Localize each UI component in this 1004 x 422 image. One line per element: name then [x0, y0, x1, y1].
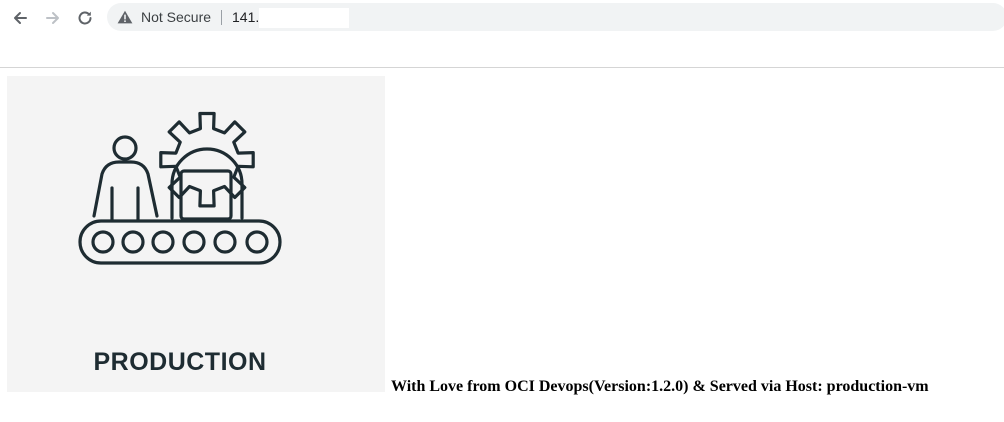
reload-icon — [78, 11, 92, 25]
address-bar[interactable]: Not Secure 141. — [107, 3, 1004, 31]
forward-button[interactable] — [41, 6, 65, 30]
warning-triangle-icon[interactable] — [117, 10, 133, 24]
browser-toolbar: Not Secure 141. — [0, 0, 1004, 36]
security-status-label[interactable]: Not Secure — [141, 9, 211, 25]
browser-chrome-divider — [0, 67, 1004, 68]
deployment-message: With Love from OCI Devops(Version:1.2.0)… — [391, 378, 929, 395]
forward-arrow-icon — [46, 12, 59, 24]
production-image: PRODUCTION — [7, 76, 385, 392]
back-arrow-icon — [14, 12, 27, 24]
production-label: PRODUCTION — [93, 348, 267, 376]
url-text[interactable]: 141. — [232, 9, 259, 25]
back-button[interactable] — [8, 6, 32, 30]
production-conveyor-icon — [78, 111, 282, 265]
url-redaction — [259, 8, 349, 28]
reload-button[interactable] — [73, 6, 97, 30]
address-bar-divider — [221, 10, 222, 25]
